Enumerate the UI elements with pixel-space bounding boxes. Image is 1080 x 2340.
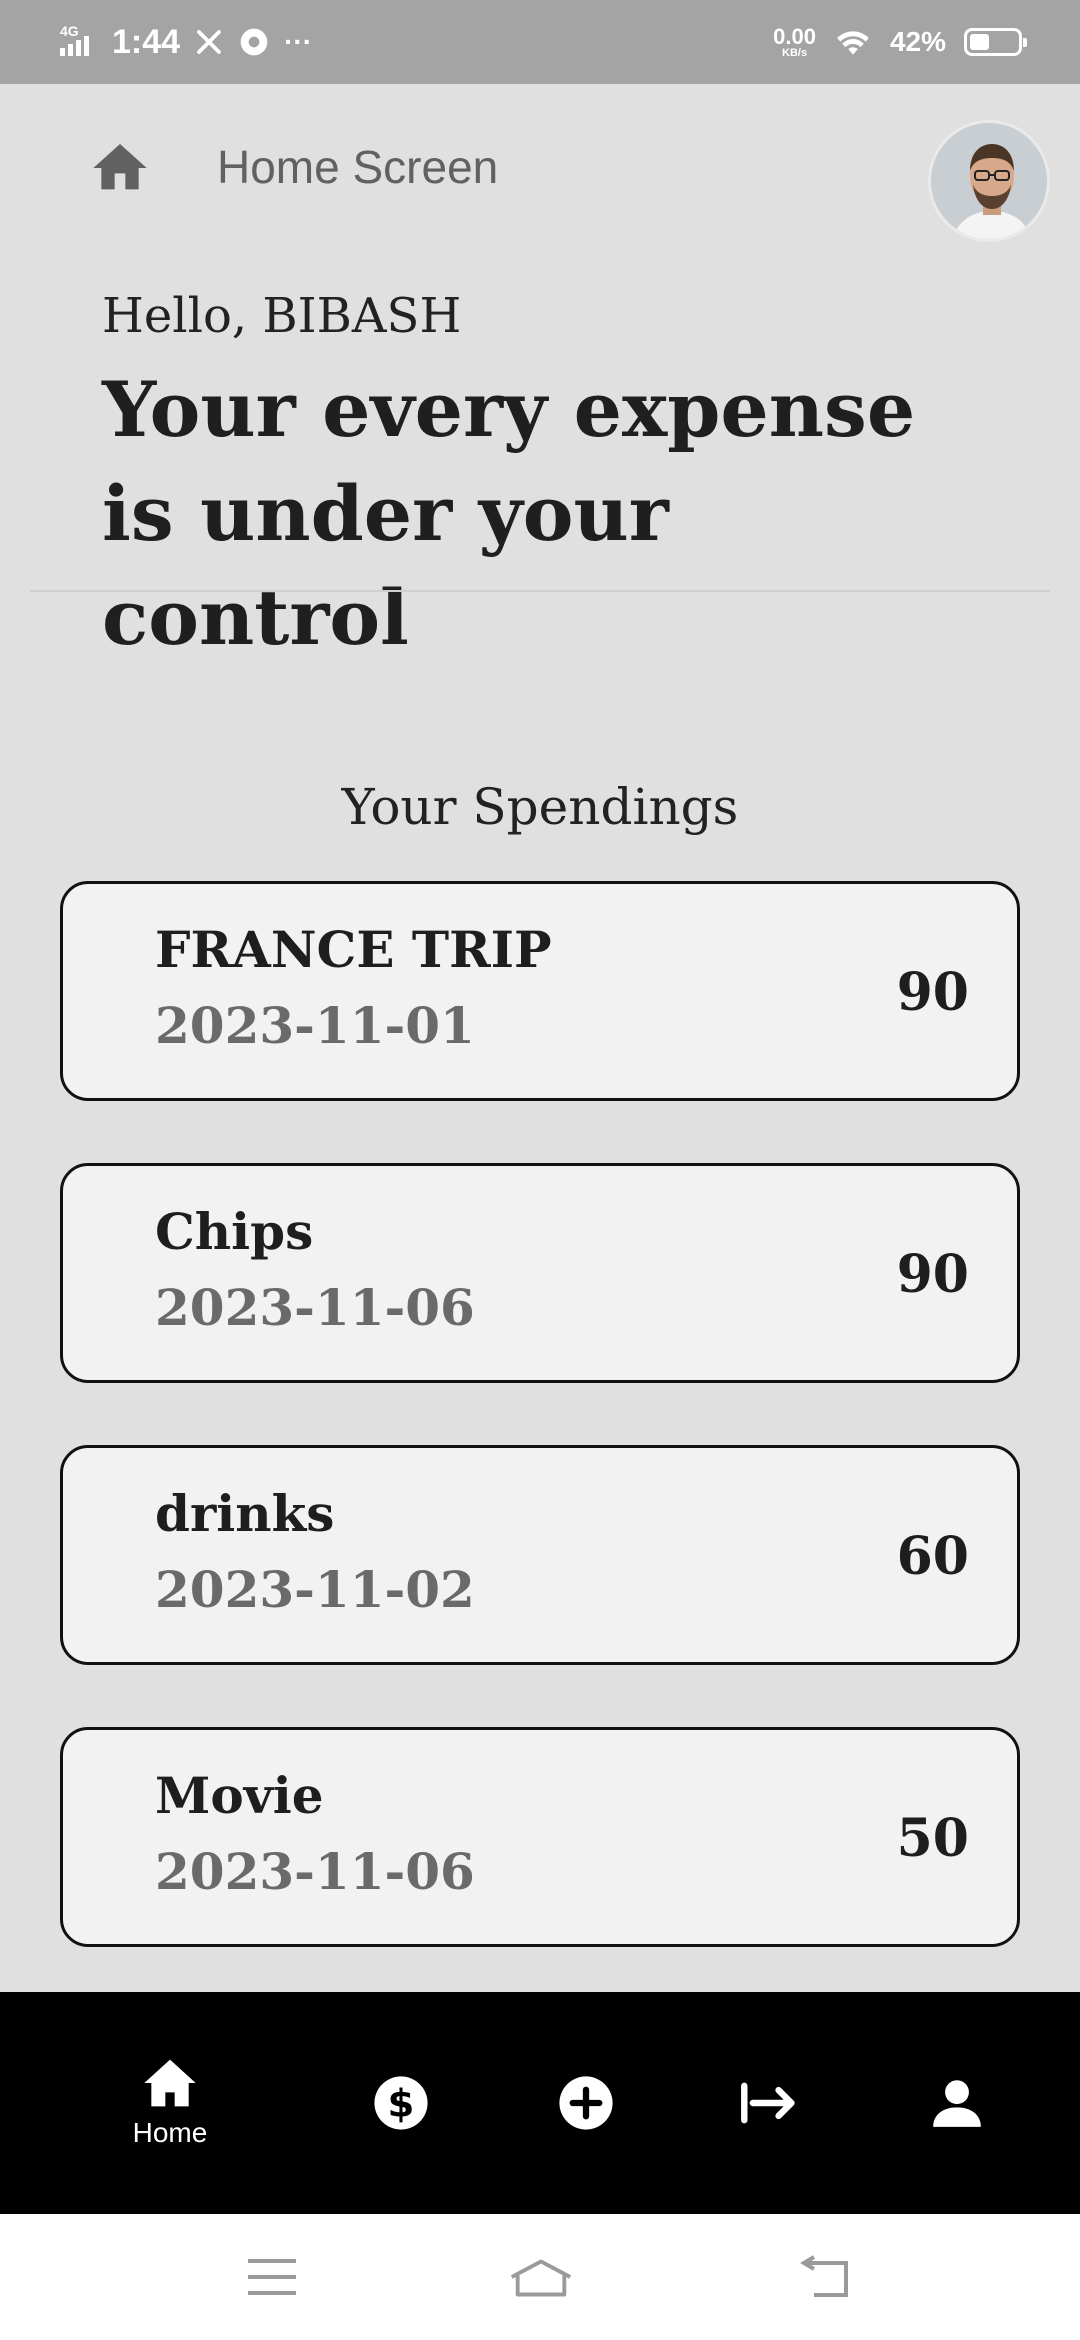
home-outline-icon[interactable]: [506, 2252, 576, 2302]
speed-unit: KB/s: [782, 46, 808, 59]
back-icon[interactable]: [794, 2252, 854, 2302]
network-speed: 0.00 KB/s: [773, 23, 816, 59]
spending-name: drinks: [155, 1484, 335, 1543]
nav-logout[interactable]: [715, 1992, 825, 2214]
spending-card[interactable]: FRANCE TRIP 2023-11-01 90: [60, 881, 1020, 1101]
logout-icon: [741, 2082, 795, 2124]
spending-amount: 60: [896, 1526, 969, 1587]
spending-date: 2023-11-06: [155, 1842, 475, 1901]
home-icon: [144, 2059, 196, 2107]
speed-value: 0.00: [773, 23, 816, 49]
app-bar: Home Screen: [0, 84, 1080, 254]
nav-home[interactable]: Home: [110, 1992, 230, 2214]
divider: [30, 590, 1050, 592]
status-time: 1:44: [112, 22, 181, 61]
spending-card[interactable]: Chips 2023-11-06 90: [60, 1163, 1020, 1383]
spendings-list: FRANCE TRIP 2023-11-01 90 Chips 2023-11-…: [60, 881, 1020, 2009]
more-notifications: ···: [284, 26, 313, 57]
signal-icon: 4G: [58, 22, 98, 62]
avatar[interactable]: [928, 120, 1050, 242]
system-nav-bar: [0, 2214, 1080, 2340]
dollar-icon: $: [374, 2076, 428, 2130]
nav-expenses[interactable]: $: [346, 1992, 456, 2214]
greeting-text: Hello, BIBASH: [102, 288, 462, 344]
spending-date: 2023-11-06: [155, 1278, 475, 1337]
battery-percent: 42%: [889, 26, 946, 57]
add-icon: [559, 2076, 613, 2130]
svg-text:$: $: [388, 2081, 415, 2126]
spending-amount: 90: [896, 1244, 969, 1305]
spending-date: 2023-11-01: [155, 996, 475, 1055]
spending-card[interactable]: Movie 2023-11-06 50: [60, 1727, 1020, 1947]
avatar-image: [931, 123, 1047, 239]
nav-add[interactable]: [531, 1992, 641, 2214]
spending-amount: 50: [896, 1808, 969, 1869]
page-title: Home Screen: [217, 141, 499, 193]
section-title: Your Spendings: [341, 778, 739, 836]
nav-profile[interactable]: [902, 1992, 1012, 2214]
spending-name: Chips: [155, 1202, 314, 1261]
spending-name: Movie: [155, 1766, 324, 1825]
home-icon[interactable]: [88, 136, 152, 200]
bottom-nav: Home $: [0, 1992, 1080, 2214]
tools-icon: [197, 30, 221, 54]
spending-name: FRANCE TRIP: [155, 920, 552, 979]
person-icon: [933, 2080, 981, 2127]
battery-icon: [964, 28, 1027, 56]
wifi-icon: [837, 31, 869, 55]
status-bar: 4G 1:44 ··· 0.00 KB/s 42%: [0, 0, 1080, 84]
headline: Your every expense is under your control: [102, 365, 916, 662]
spending-date: 2023-11-02: [155, 1560, 475, 1619]
spending-card[interactable]: drinks 2023-11-02 60: [60, 1445, 1020, 1665]
chrome-icon: [240, 28, 268, 56]
menu-icon[interactable]: [242, 2252, 302, 2302]
nav-home-label: Home: [132, 2117, 208, 2148]
spending-amount: 90: [896, 962, 969, 1023]
